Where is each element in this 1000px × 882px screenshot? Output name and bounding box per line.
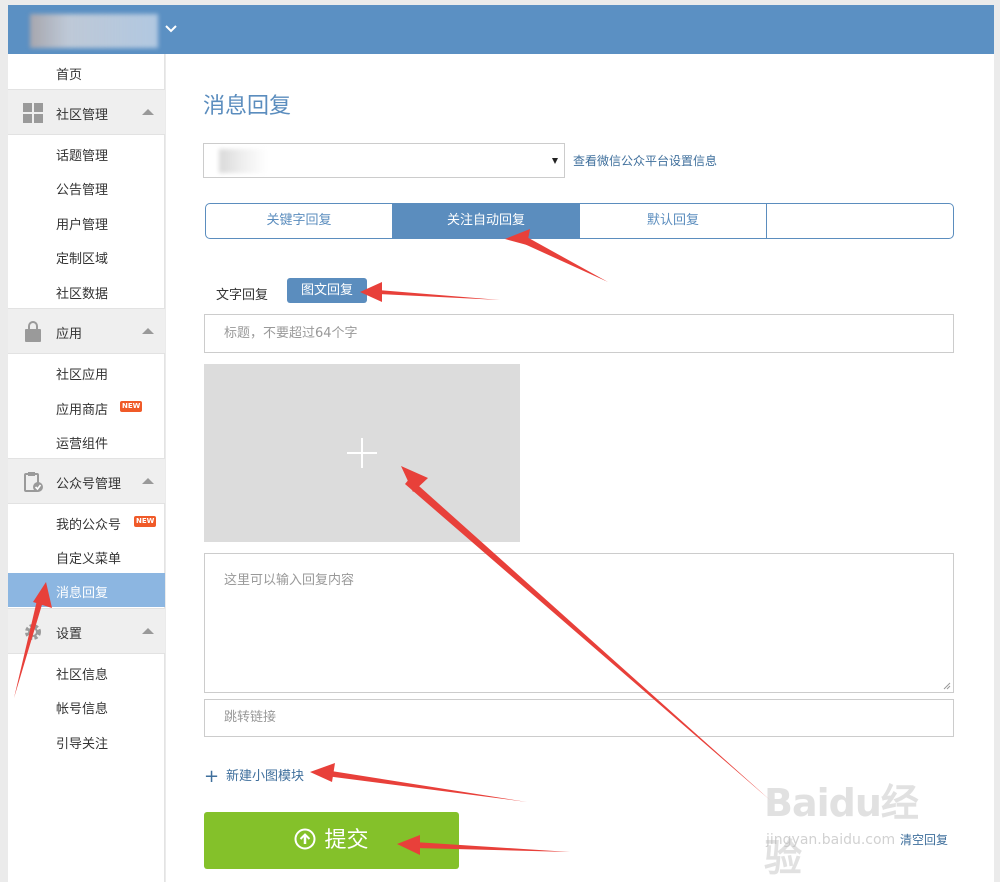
upload-circle-icon	[294, 828, 316, 850]
sidebar-item-announcements[interactable]: 公告管理	[8, 170, 165, 204]
gear-icon	[25, 624, 41, 640]
sidebar-group-apps[interactable]: 应用	[8, 308, 165, 354]
sidebar-item-app-store[interactable]: 应用商店 NEW	[8, 390, 165, 424]
sidebar-group-label: 社区管理	[56, 108, 109, 123]
tab-keyword-reply[interactable]: 关键字回复	[206, 204, 393, 238]
sidebar-group-community[interactable]: 社区管理	[8, 89, 165, 135]
sidebar-item-label: 首页	[56, 68, 83, 83]
sidebar-item-community-apps[interactable]: 社区应用	[8, 355, 165, 389]
dropdown-arrow-icon	[552, 158, 558, 164]
caret-up-icon	[142, 109, 154, 115]
add-small-image-module[interactable]: + 新建小图模块	[204, 765, 304, 787]
caret-up-icon	[142, 628, 154, 634]
reply-type-tabs: 关键字回复 关注自动回复 默认回复	[205, 203, 954, 239]
sidebar-item-label: 我的公众号	[56, 518, 122, 533]
account-avatar-blurred[interactable]	[30, 14, 158, 48]
sidebar-item-topics[interactable]: 话题管理	[8, 136, 165, 170]
sidebar-item-label: 话题管理	[56, 149, 109, 164]
content-textarea-placeholder: 这里可以输入回复内容	[224, 573, 355, 588]
sidebar-item-label: 应用商店	[56, 403, 109, 418]
sidebar-group-label: 公众号管理	[56, 477, 122, 492]
sidebar-item-community-data[interactable]: 社区数据	[8, 274, 165, 308]
sidebar-item-label: 公告管理	[56, 183, 109, 198]
shopping-bag-icon	[25, 321, 41, 342]
plus-icon	[347, 438, 377, 468]
sidebar-item-label: 定制区域	[56, 252, 109, 267]
sidebar-item-users[interactable]: 用户管理	[8, 205, 165, 239]
sidebar-item-label: 用户管理	[56, 218, 109, 233]
sidebar-item-label: 运营组件	[56, 437, 109, 452]
sidebar-item-account-info[interactable]: 帐号信息	[8, 689, 165, 723]
subtab-image-text-reply[interactable]: 图文回复	[287, 278, 367, 303]
sidebar-item-label: 自定义菜单	[56, 552, 122, 567]
caret-up-icon	[142, 478, 154, 484]
subtab-text-reply[interactable]: 文字回复	[216, 284, 268, 303]
page-title: 消息回复	[203, 94, 292, 119]
grid-icon	[23, 103, 43, 123]
sidebar-item-label: 社区应用	[56, 368, 109, 383]
main-panel: 消息回复 查看微信公众平台设置信息 关键字回复 关注自动回复 默认回复 文字回复…	[166, 54, 994, 882]
wechat-settings-link[interactable]: 查看微信公众平台设置信息	[573, 152, 717, 169]
plus-icon: +	[204, 766, 220, 787]
sidebar-group-official-account[interactable]: 公众号管理	[8, 458, 165, 504]
sidebar-group-label: 设置	[56, 627, 83, 642]
jump-link-input[interactable]: 跳转链接	[204, 699, 954, 737]
sidebar-item-custom-menu[interactable]: 自定义菜单	[8, 539, 165, 573]
sidebar-group-settings[interactable]: 设置	[8, 608, 165, 654]
sidebar-item-label: 社区信息	[56, 668, 109, 683]
top-header	[8, 5, 994, 54]
sidebar-item-message-reply[interactable]: 消息回复	[8, 573, 165, 607]
sidebar-item-operation-widgets[interactable]: 运营组件	[8, 424, 165, 458]
tab-empty	[767, 204, 953, 238]
submit-button[interactable]: 提交	[204, 812, 459, 869]
sidebar-item-label: 社区数据	[56, 287, 109, 302]
sidebar-group-label: 应用	[56, 327, 83, 342]
clear-reply-button[interactable]: 清空回复	[900, 831, 948, 848]
sidebar: 首页 社区管理 话题管理 公告管理 用户管理 定制区域 社区数据 应用 社区应用…	[8, 54, 165, 882]
chevron-down-icon[interactable]	[164, 22, 178, 36]
sidebar-item-my-accounts[interactable]: 我的公众号 NEW	[8, 505, 165, 539]
sidebar-item-label: 帐号信息	[56, 702, 109, 717]
new-badge: NEW	[120, 401, 143, 412]
sidebar-item-label: 消息回复	[56, 586, 109, 601]
title-input[interactable]: 标题，不要超过64个字	[204, 314, 954, 353]
clipboard-check-icon	[24, 472, 43, 492]
title-input-placeholder: 标题，不要超过64个字	[224, 326, 358, 341]
tab-default-reply[interactable]: 默认回复	[580, 204, 767, 238]
sidebar-item-community-info[interactable]: 社区信息	[8, 655, 165, 689]
sidebar-item-follow-guide[interactable]: 引导关注	[8, 724, 165, 758]
sidebar-item-custom-area[interactable]: 定制区域	[8, 239, 165, 273]
content-textarea[interactable]: 这里可以输入回复内容	[204, 553, 954, 693]
jump-link-placeholder: 跳转链接	[224, 710, 277, 725]
account-select[interactable]	[203, 143, 565, 178]
tab-follow-auto-reply[interactable]: 关注自动回复	[393, 204, 580, 238]
sidebar-item-home[interactable]: 首页	[8, 55, 165, 89]
sidebar-item-label: 引导关注	[56, 737, 109, 752]
new-badge: NEW	[134, 516, 157, 527]
add-module-label: 新建小图模块	[226, 769, 305, 784]
image-upload-area[interactable]	[204, 364, 520, 542]
submit-label: 提交	[324, 828, 369, 853]
resize-handle-icon[interactable]	[943, 682, 951, 690]
caret-up-icon	[142, 328, 154, 334]
selected-account-blurred	[219, 149, 267, 173]
